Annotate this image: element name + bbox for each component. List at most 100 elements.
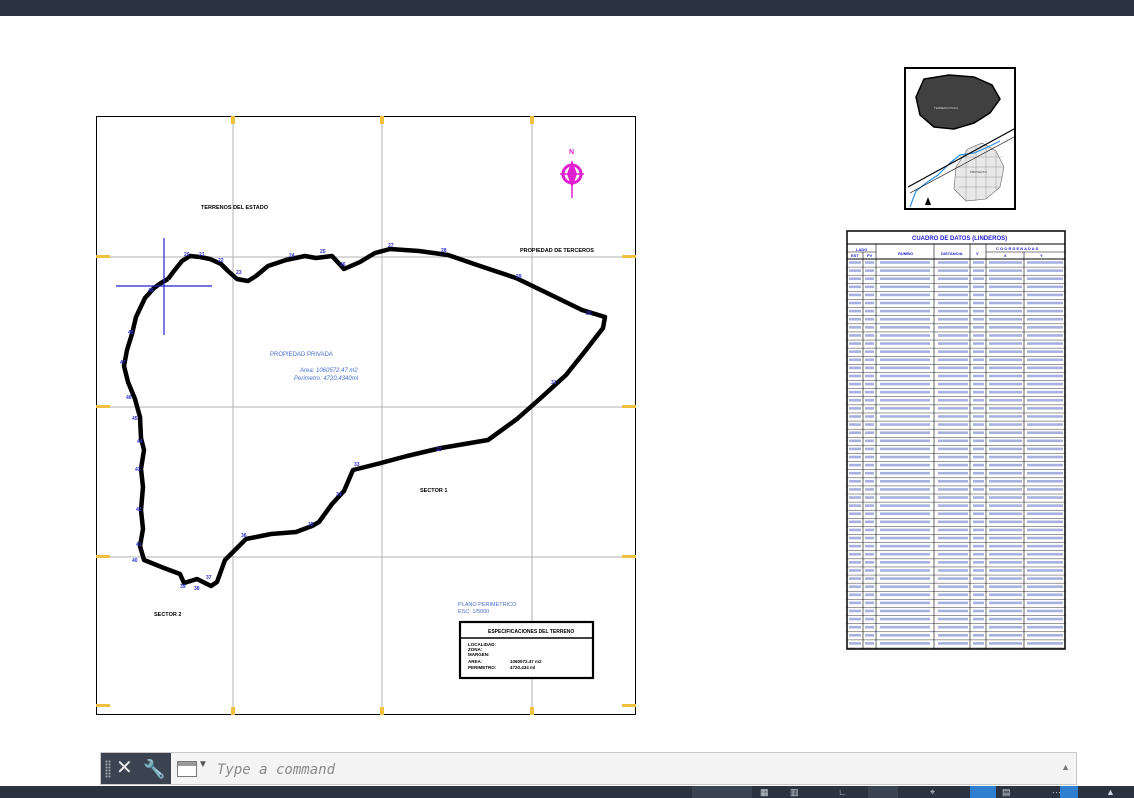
table-cell-text [938,423,968,426]
table-cell-text [1027,390,1063,394]
table-cell-text [849,480,861,483]
table-cell-text [1027,285,1063,289]
table-cell-text [849,593,861,597]
polar-icon[interactable] [868,786,898,798]
table-cell-text [973,488,984,491]
table-cell-text [989,277,1022,281]
table-cell-text [1027,309,1063,313]
lineweight-icon[interactable] [970,786,996,798]
table-cell-text [938,585,968,588]
table-cell-text [973,447,984,451]
table-cell-text [1027,471,1063,475]
table-cell-text [989,593,1022,597]
snap-icon[interactable]: ▥ [790,787,799,798]
vertex-label: 49 [148,288,154,294]
table-cell-text [973,382,984,386]
table-cell-text [865,309,874,313]
table-cell-text [1027,277,1063,281]
osnap-icon[interactable]: ⌖ [930,787,935,798]
table-cell-text [1027,423,1063,426]
table-cell-text [865,585,874,588]
ortho-icon[interactable]: ∟ [838,787,847,798]
table-cell-text [938,309,968,313]
table-cell-text [1027,317,1063,321]
table-cell-text [880,269,930,272]
table-cell-text [1027,593,1063,597]
isolate-icon[interactable] [1060,786,1078,798]
table-cell-text [865,520,874,524]
command-line[interactable]: ✕ 🔧 ▼ ▲ [100,752,1077,785]
table-cell-text [865,642,874,645]
table-cell-text [880,585,930,588]
table-cell-text [989,301,1022,305]
table-cell-text [973,528,984,532]
table-cell-text [989,261,1022,264]
table-cell-text [1027,326,1063,329]
grid-icon[interactable]: ▦ [760,787,769,798]
table-cell-text [880,285,930,289]
table-cell-text [849,285,861,289]
table-cell-text [880,334,930,337]
status-bar-button[interactable] [692,786,752,798]
table-cell-text [973,398,984,402]
table-cell-text [989,633,1022,637]
table-cell-text [849,609,861,613]
wrench-icon[interactable]: 🔧 [143,758,165,780]
table-cell-text [973,561,984,564]
col-lado: LADO [856,247,867,252]
table-cell-text [938,415,968,418]
table-cell-text [849,447,861,451]
table-cell-text [989,439,1022,443]
table-cell-text [938,593,968,597]
table-cell-text [1027,512,1063,516]
table-cell-text [865,455,874,459]
table-cell-text [880,431,930,434]
table-cell-text [989,585,1022,588]
table-cell-text [865,301,874,305]
table-cell-text [989,285,1022,289]
chevron-up-icon[interactable]: ▲ [1061,762,1070,772]
table-cell-text [989,350,1022,353]
table-cell-text [880,536,930,540]
customize-icon[interactable]: ▲ [1106,787,1115,798]
table-cell-text [849,334,861,337]
table-cell-text [865,269,874,272]
workspace-icon[interactable]: ▤ [1002,787,1011,798]
table-cell-text [880,520,930,524]
table-cell-text [880,569,930,572]
table-cell-text [938,512,968,516]
col-y: Y [1040,253,1043,258]
chevron-down-icon[interactable]: ▼ [198,759,208,770]
table-cell-text [880,317,930,321]
table-cell-text [865,609,874,613]
table-cell-text [938,358,968,362]
vertex-label: 29 [516,274,522,280]
table-cell-text [989,326,1022,329]
table-cell-text [973,609,984,613]
status-bar: ▦ ▥ ∟ ⌖ ▤ ⋯ ▲ [0,786,1134,798]
table-cell-text [849,463,861,467]
command-history-icon[interactable] [177,761,197,777]
label-propiedad-terceros: PROPIEDAD DE TERCEROS [520,248,594,254]
table-cell-text [989,390,1022,394]
table-cell-text [989,463,1022,467]
table-cell-text [1027,617,1063,621]
table-cell-text [938,350,968,353]
spec-label: AREA: [468,659,483,664]
drawing-canvas[interactable]: 20 21 22 23 24 25 26 27 28 29 30 31 32 3… [0,16,1134,752]
table-cell-text [865,423,874,426]
close-icon[interactable]: ✕ [116,756,133,780]
table-cell-text [938,439,968,443]
table-cell-text [989,382,1022,386]
table-cell-text [880,382,930,386]
table-cell-text [938,561,968,564]
command-input[interactable] [215,756,1039,784]
table-cell-text [849,342,861,345]
table-cell-text [849,585,861,588]
table-cell-text [1027,407,1063,410]
drag-grip-icon[interactable] [105,760,111,778]
table-cell-text [849,471,861,475]
cuadro-title: CUADRO DE DATOS (LINDEROS) [912,236,1007,242]
table-cell-text [1027,301,1063,305]
col-rumbo: RUMBO [898,251,913,256]
